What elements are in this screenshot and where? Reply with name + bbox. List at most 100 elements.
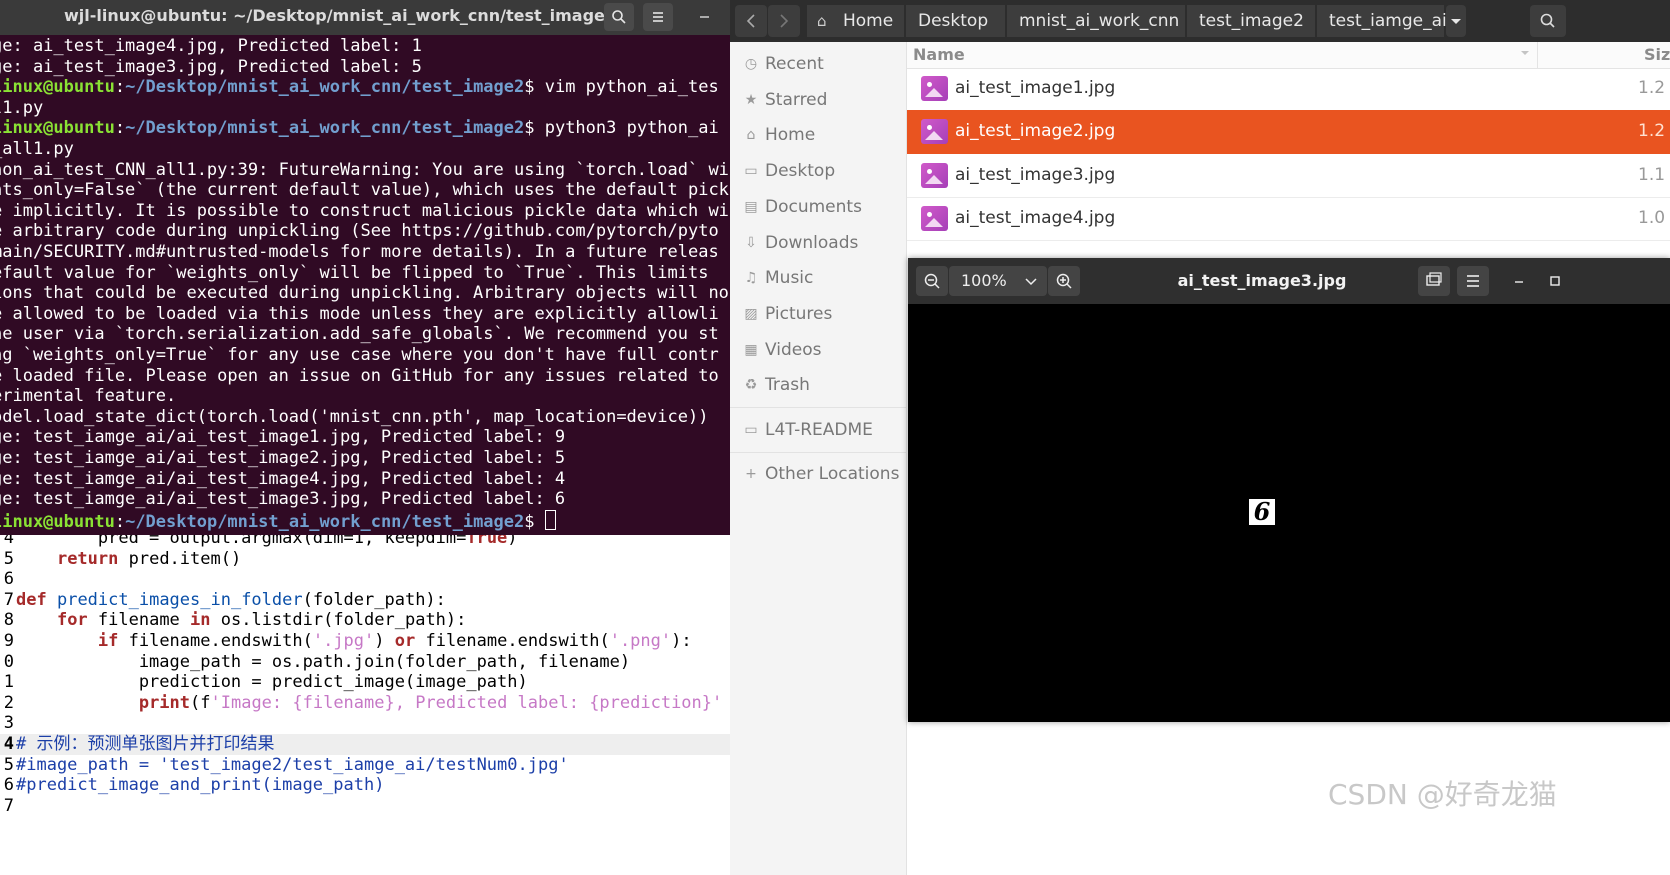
code-line[interactable]: 8 for filename in os.listdir(folder_path… (0, 610, 730, 631)
line-number: 2 (3, 692, 14, 713)
code-token: filename.endswith( (415, 631, 610, 651)
terminal-line: ng `weights_only=True` for any use case … (0, 345, 719, 366)
sidebar-item-trash[interactable]: ♻ Trash (730, 367, 906, 403)
code-line[interactable]: 5 #image_path = 'test_image2/test_iamge_a… (0, 755, 730, 776)
viewer-maximize-button[interactable] (1544, 266, 1566, 296)
terminal-line: efault value for `weights_only` will be … (0, 263, 719, 284)
file-manager-headerbar[interactable]: ⌂ Home Desktop mnist_ai_work_cnn test_image2… (730, 0, 1670, 42)
terminal-text: odel.load_state_dict(torch.load('mnist_c… (0, 406, 709, 427)
breadcrumb-item[interactable]: test_iamge_ai (1317, 5, 1447, 37)
terminal-text: l1.py (0, 97, 44, 118)
sidebar-item-starred[interactable]: ★ Starred (730, 82, 906, 118)
zoom-level: 100% (961, 271, 1007, 290)
trash-icon: ♻ (744, 377, 758, 394)
column-name-header[interactable]: Name (913, 45, 965, 64)
sidebar-item-label: Other Locations (765, 464, 900, 484)
back-button[interactable] (735, 5, 767, 37)
forward-button[interactable] (768, 5, 800, 37)
code-keyword: print (138, 692, 191, 713)
code-text: image_path = os.path.join(folder_path, f… (16, 652, 630, 673)
code-line[interactable]: 4 # 示例：预测单张图片并打印结果 (0, 734, 730, 755)
code-line[interactable]: 0 image_path = os.path.join(folder_path,… (0, 652, 730, 673)
line-number: 9 (3, 631, 14, 651)
clock-icon: ◷ (744, 56, 758, 72)
sidebar-item-desktop[interactable]: ▭ Desktop (730, 153, 906, 189)
line-number: 5 (3, 754, 14, 775)
path-dropdown-button[interactable] (1446, 5, 1466, 37)
code-text: #image_path = 'test_image2/test_iamge_ai… (16, 755, 569, 776)
image-viewer-window[interactable]: 100% ai_test_image3.jpg 6 (908, 258, 1670, 722)
fm-search-button[interactable] (1530, 5, 1566, 37)
breadcrumb-item[interactable]: test_image2 (1187, 5, 1316, 37)
code-line[interactable]: 7 (0, 796, 730, 817)
document-icon: ▤ (744, 198, 758, 215)
sidebar-item-home[interactable]: ⌂ Home (730, 117, 906, 153)
terminal-text: ge: ai_test_image4.jpg, Predicted label:… (0, 36, 422, 56)
code-line[interactable]: 1 prediction = predict_image(image_path) (0, 672, 730, 693)
breadcrumb-item[interactable]: Desktop (906, 5, 1006, 37)
sidebar-item-videos[interactable]: ▦ Videos (730, 332, 906, 368)
code-line[interactable]: 3 (0, 713, 730, 734)
file-row[interactable]: ai_test_image4.jpg 1.0 (907, 197, 1670, 241)
file-row[interactable]: ai_test_image1.jpg 1.2 (907, 67, 1670, 111)
terminal-line: main/SECURITY.md#untrusted-models for mo… (0, 242, 719, 263)
code-token: os.listdir(folder_path): (210, 610, 467, 631)
code-line[interactable]: 9 if filename.endswith('.jpg') or filena… (0, 631, 730, 652)
terminal-search-button[interactable] (604, 3, 634, 31)
code-text: return pred.item() (16, 549, 241, 570)
column-header[interactable]: Name Siz (907, 42, 1670, 69)
code-line[interactable]: 2 print(f'Image: {filename}, Predicted l… (0, 693, 730, 714)
image-viewer-headerbar[interactable]: 100% ai_test_image3.jpg (908, 258, 1670, 304)
sidebar-item-other-locations[interactable]: + Other Locations (730, 456, 906, 492)
file-size: 1.2 (1638, 78, 1666, 98)
code-line[interactable]: 5 return pred.item() (0, 549, 730, 570)
code-keyword: def (16, 589, 47, 610)
sidebar-item-music[interactable]: ♫ Music (730, 260, 906, 296)
terminal-text: e loaded file. Please open an issue on G… (0, 365, 729, 386)
code-text: #predict_image_and_print(image_path) (16, 775, 384, 796)
code-string: '.jpg' (312, 631, 375, 651)
terminal-line: e implicitly. It is possible to construc… (0, 201, 729, 222)
column-size-header[interactable]: Siz (1644, 45, 1670, 64)
terminal-titlebar[interactable]: wjl-linux@ubuntu: ~/Desktop/mnist_ai_wor… (0, 0, 730, 35)
zoom-level-combo[interactable]: 100% (949, 266, 1047, 296)
terminal-line: ge: test_iamge_ai/ai_test_image3.jpg, Pr… (0, 489, 565, 510)
breadcrumb-item[interactable]: mnist_ai_work_cnn (1007, 5, 1186, 37)
terminal-text: hon_ai_test_CNN_all1.py:39: FutureWarnin… (0, 159, 729, 180)
terminal-window[interactable]: wjl-linux@ubuntu: ~/Desktop/mnist_ai_wor… (0, 0, 730, 535)
vim-editor[interactable]: 4 pred = output.argmax(dim=1, keepdim=Tr… (0, 535, 730, 875)
sidebar-item-documents[interactable]: ▤ Documents (730, 189, 906, 225)
zoom-out-button[interactable] (916, 266, 948, 296)
code-line[interactable]: 7 def predict_images_in_folder(folder_pat… (0, 590, 730, 611)
code-text: print(f'Image: {filename}, Predicted lab… (16, 693, 722, 714)
breadcrumb-item[interactable]: ⌂ Home (807, 5, 905, 37)
viewer-menu-button[interactable] (1457, 266, 1489, 296)
sidebar-item-downloads[interactable]: ⇩ Downloads (730, 225, 906, 261)
hamburger-icon (653, 12, 663, 22)
code-line[interactable]: 4 pred = output.argmax(dim=1, keepdim=Tr… (0, 535, 730, 549)
line-number: 1 (3, 672, 14, 693)
sidebar-item-label: Starred (765, 89, 828, 110)
sidebar-item-pictures[interactable]: ▨ Pictures (730, 296, 906, 332)
terminal-output[interactable]: ge: ai_test_image4.jpg, Predicted label:… (0, 36, 730, 535)
file-size: 1.0 (1638, 207, 1666, 228)
code-token: ) (507, 535, 518, 548)
zoom-out-icon (924, 273, 940, 289)
code-line[interactable]: 6 (0, 569, 730, 590)
code-function-name: predict_images_in_folder (56, 589, 303, 610)
sidebar-item-recent[interactable]: ◷ Recent (730, 46, 906, 82)
file-row[interactable]: ai_test_image3.jpg 1.1 (907, 154, 1670, 198)
terminal-minimize-button[interactable] (690, 2, 720, 30)
sidebar-item-label: Downloads (765, 232, 859, 253)
sidebar-item-label: Home (765, 125, 816, 146)
terminal-menu-button[interactable] (643, 3, 673, 31)
line-number: 0 (3, 651, 14, 672)
viewer-minimize-button[interactable] (1508, 266, 1530, 296)
gallery-button[interactable] (1418, 266, 1450, 296)
code-line[interactable]: 6 #predict_image_and_print(image_path) (0, 775, 730, 796)
file-row[interactable]: ai_test_image2.jpg 1.2 (907, 110, 1670, 155)
sidebar-item-l4t-readme[interactable]: ▭ L4T-README (730, 412, 906, 448)
zoom-in-button[interactable] (1048, 266, 1080, 296)
